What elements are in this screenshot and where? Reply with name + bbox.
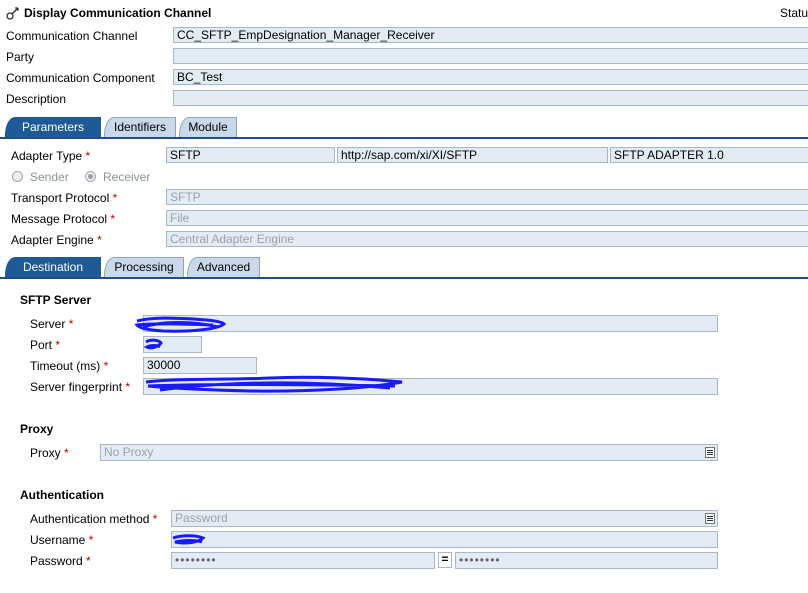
port-label: Port * [30,338,61,352]
page-title: Display Communication Channel [24,6,212,20]
tab-processing[interactable]: Processing [104,257,184,277]
main-tab-underline [0,137,808,139]
proxy-dropdown[interactable]: No Proxy [100,444,718,461]
adapter-type-field[interactable]: SFTP [166,147,335,163]
proxy-section-title: Proxy [20,422,54,436]
description-label: Description [6,92,67,106]
tab-destination[interactable]: Destination [5,257,101,277]
server-fingerprint-label: Server fingerprint * [30,380,131,394]
authentication-section-title: Authentication [20,488,104,502]
communication-component-label: Communication Component [6,71,155,85]
tab-parameters[interactable]: Parameters [5,117,101,137]
adapter-namespace-field[interactable]: http://sap.com/xi/XI/SFTP [337,147,608,163]
party-label: Party [6,50,35,64]
password-confirm-field[interactable]: •••••••• [455,552,718,569]
tab-module[interactable]: Module [179,117,237,137]
receiver-radio[interactable] [85,171,96,182]
communication-channel-label: Communication Channel [6,29,138,43]
username-label: Username * [30,533,94,547]
description-field[interactable] [173,90,808,106]
password-confirm-equals-icon: = [438,552,452,568]
password-label: Password * [30,554,91,568]
adapter-engine-label: Adapter Engine * [11,233,102,247]
main-tabbar: Parameters Identifiers Module [0,117,808,139]
fingerprint-redaction [145,375,403,393]
sender-label: Sender [30,170,69,184]
sender-radio[interactable] [12,171,23,182]
timeout-label: Timeout (ms) * [30,359,109,373]
tab-advanced[interactable]: Advanced [187,257,260,277]
proxy-label: Proxy * [30,446,69,460]
transport-protocol-label: Transport Protocol * [11,191,118,205]
communication-channel-field[interactable]: CC_SFTP_EmpDesignation_Manager_Receiver [173,27,808,43]
receiver-label: Receiver [103,170,151,184]
tab-identifiers[interactable]: Identifiers [104,117,176,137]
authentication-method-dropdown-icon[interactable] [705,513,715,524]
sftp-server-section-title: SFTP Server [20,293,92,307]
adapter-version-field[interactable]: SFTP ADAPTER 1.0 [610,147,808,163]
status-label: Statu [780,6,808,20]
adapter-engine-field[interactable]: Central Adapter Engine [166,231,808,247]
adapter-type-label: Adapter Type * [11,149,91,163]
username-redaction [172,534,206,545]
proxy-dropdown-icon[interactable] [705,447,715,458]
username-field[interactable] [171,531,718,548]
party-field[interactable] [173,48,808,64]
server-field[interactable] [143,315,718,332]
communication-component-field[interactable]: BC_Test [173,69,808,85]
port-redaction [143,338,163,350]
authentication-method-dropdown[interactable]: Password [171,510,718,527]
password-field[interactable]: •••••••• [171,552,435,569]
transport-protocol-field[interactable]: SFTP [166,189,808,205]
sub-tabbar: Destination Processing Advanced [0,257,808,279]
server-label: Server * [30,317,74,331]
message-protocol-label: Message Protocol * [11,212,116,226]
sub-tab-underline [0,277,808,279]
channel-icon [6,7,19,20]
authentication-method-label: Authentication method * [30,512,158,526]
message-protocol-field[interactable]: File [166,210,808,226]
server-redaction [134,316,227,333]
